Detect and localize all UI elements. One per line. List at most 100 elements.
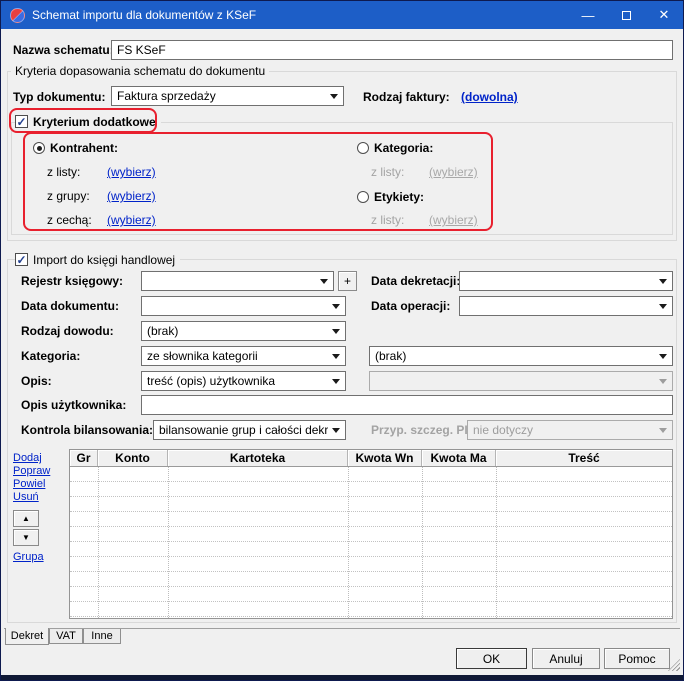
tab-inne[interactable]: Inne <box>83 629 121 644</box>
import-ksiegi-label: Import do księgi handlowej <box>33 253 175 267</box>
cancel-button[interactable]: Anuluj <box>532 648 600 669</box>
minimize-button[interactable]: — <box>569 1 607 29</box>
table-body[interactable] <box>70 467 672 618</box>
rodzaj-dowodu-select[interactable]: (brak) <box>141 321 346 341</box>
rejestr-select[interactable] <box>141 271 334 291</box>
table-row[interactable] <box>70 602 672 617</box>
chevron-down-icon <box>332 354 340 359</box>
import-ksiegi-checkbox[interactable]: ✓ Import do księgi handlowej <box>15 251 180 268</box>
chevron-down-icon <box>332 329 340 334</box>
kontrahent-radio[interactable]: Kontrahent: <box>33 140 118 156</box>
kontrahent-label: Kontrahent: <box>50 141 118 155</box>
kategoria-z-listy-label: z listy: <box>371 165 404 179</box>
kategoria-value-select[interactable]: (brak) <box>369 346 673 366</box>
table-row[interactable] <box>70 542 672 557</box>
chevron-down-icon <box>659 379 667 384</box>
table-row[interactable] <box>70 512 672 527</box>
opis-uzytkownika-label: Opis użytkownika: <box>21 398 126 412</box>
typ-dokumentu-select[interactable]: Faktura sprzedaży <box>111 86 344 106</box>
kontrahent-z-listy-link[interactable]: (wybierz) <box>107 165 156 179</box>
kontrola-label: Kontrola bilansowania: <box>21 423 153 437</box>
kategoria-radio[interactable]: Kategoria: <box>357 140 433 156</box>
kategoria-select[interactable]: ze słownika kategorii <box>141 346 346 366</box>
table-row[interactable] <box>70 527 672 542</box>
column-header-tresc: Treść <box>496 450 672 466</box>
grupa-link[interactable]: Grupa <box>13 551 44 563</box>
column-header-kartoteka: Kartoteka <box>168 450 348 466</box>
tab-vat[interactable]: VAT <box>49 629 83 644</box>
nazwa-schematu-input[interactable] <box>111 40 673 60</box>
kategoria-label: Kategoria: <box>21 349 80 363</box>
rodzaj-dowodu-label: Rodzaj dowodu: <box>21 324 114 338</box>
radio-unselected-icon <box>357 191 369 203</box>
kryterium-dodatkowe-checkbox[interactable]: ✓ Kryterium dodatkowe <box>15 113 161 130</box>
titlebar-buttons: — ✕ <box>569 1 683 29</box>
data-dokumentu-label: Data dokumentu: <box>21 299 119 313</box>
opis-label: Opis: <box>21 374 52 388</box>
data-dekretacji-label: Data dekretacji: <box>371 274 460 288</box>
chevron-down-icon <box>659 354 667 359</box>
opis-select[interactable]: treść (opis) użytkownika <box>141 371 346 391</box>
column-header-kwota-ma: Kwota Ma <box>422 450 496 466</box>
table-row[interactable] <box>70 497 672 512</box>
kontrahent-z-cecha-link[interactable]: (wybierz) <box>107 213 156 227</box>
titlebar: Schemat importu dla dokumentów z KSeF — … <box>1 1 683 29</box>
data-dekretacji-select[interactable] <box>459 271 673 291</box>
rodzaj-faktury-link[interactable]: (dowolna) <box>461 90 518 104</box>
powiel-link[interactable]: Powiel <box>13 478 45 490</box>
arrow-down-icon: ▼ <box>22 533 30 542</box>
usun-link[interactable]: Usuń <box>13 491 39 503</box>
chevron-down-icon <box>659 304 667 309</box>
etykiety-z-listy-label: z listy: <box>371 213 404 227</box>
kontrahent-z-cecha-label: z cechą: <box>47 213 92 227</box>
checkbox-checked-icon: ✓ <box>15 253 28 266</box>
kryteria-group-title: Kryteria dopasowania schematu do dokumen… <box>11 64 269 78</box>
etykiety-z-listy-link[interactable]: (wybierz) <box>429 213 478 227</box>
move-up-button[interactable]: ▲ <box>13 510 39 527</box>
kryterium-dodatkowe-label: Kryterium dodatkowe <box>33 115 156 129</box>
column-header-konto: Konto <box>98 450 168 466</box>
pit-label: Przyp. szczeg. PIT: <box>371 423 478 437</box>
table-row[interactable] <box>70 587 672 602</box>
table-row[interactable] <box>70 482 672 497</box>
checkbox-checked-icon: ✓ <box>15 115 28 128</box>
add-rejestr-button[interactable]: + <box>338 271 357 291</box>
table-row[interactable] <box>70 557 672 572</box>
arrow-up-icon: ▲ <box>22 514 30 523</box>
dodaj-link[interactable]: Dodaj <box>13 452 42 464</box>
ok-button[interactable]: OK <box>456 648 527 669</box>
data-operacji-select[interactable] <box>459 296 673 316</box>
chevron-down-icon <box>659 279 667 284</box>
radio-unselected-icon <box>357 142 369 154</box>
dekret-table[interactable]: Gr Konto Kartoteka Kwota Wn Kwota Ma Tre… <box>69 449 673 619</box>
rodzaj-faktury-label: Rodzaj faktury: <box>363 90 450 104</box>
data-operacji-label: Data operacji: <box>371 299 450 313</box>
nazwa-schematu-label: Nazwa schematu: <box>13 43 114 57</box>
maximize-button[interactable] <box>607 1 645 29</box>
kategoria-z-listy-link[interactable]: (wybierz) <box>429 165 478 179</box>
help-button[interactable]: Pomoc <box>604 648 670 669</box>
popraw-link[interactable]: Popraw <box>13 465 50 477</box>
move-down-button[interactable]: ▼ <box>13 529 39 546</box>
table-row[interactable] <box>70 572 672 587</box>
kontrola-select[interactable]: bilansowanie grup i całości dekretu <box>153 420 346 440</box>
window-bottom-edge <box>1 675 683 680</box>
kontrahent-z-grupy-label: z grupy: <box>47 189 90 203</box>
column-header-kwota-wn: Kwota Wn <box>348 450 422 466</box>
opis-uzytkownika-input[interactable] <box>141 395 673 415</box>
data-dokumentu-select[interactable] <box>141 296 346 316</box>
chevron-down-icon <box>332 379 340 384</box>
tab-dekret[interactable]: Dekret <box>5 628 49 645</box>
app-icon <box>10 8 25 23</box>
table-row[interactable] <box>70 467 672 482</box>
table-header-row: Gr Konto Kartoteka Kwota Wn Kwota Ma Tre… <box>70 450 672 467</box>
chevron-down-icon <box>659 428 667 433</box>
chevron-down-icon <box>332 428 340 433</box>
kategoria-radio-label: Kategoria: <box>374 141 433 155</box>
radio-selected-icon <box>33 142 45 154</box>
etykiety-radio[interactable]: Etykiety: <box>357 189 424 205</box>
chevron-down-icon <box>320 279 328 284</box>
close-button[interactable]: ✕ <box>645 1 683 29</box>
opis-value-select <box>369 371 673 391</box>
kontrahent-z-grupy-link[interactable]: (wybierz) <box>107 189 156 203</box>
